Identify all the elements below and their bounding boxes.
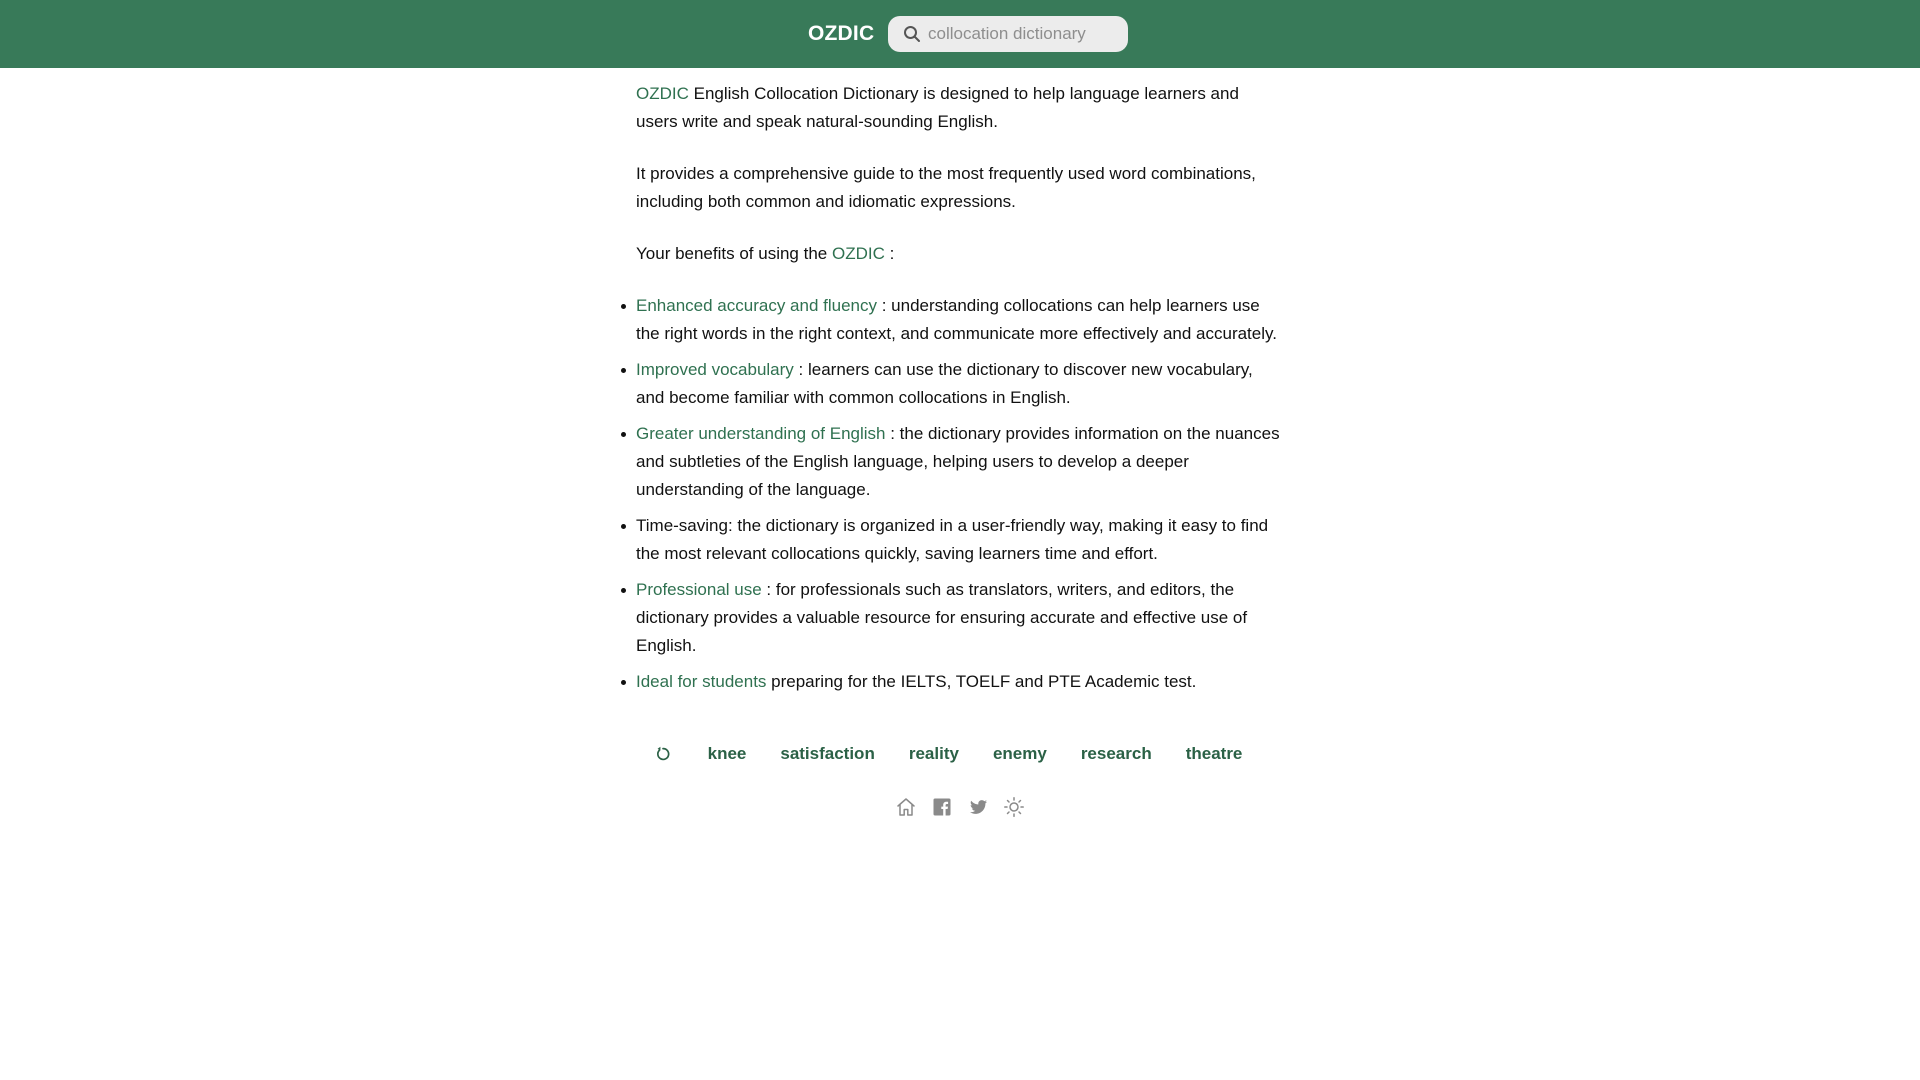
recent-word-link[interactable]: satisfaction [780,744,874,764]
main-content: OZDIC English Collocation Dictionary is … [621,80,1284,704]
intro-text-3: Your benefits of using the [636,244,832,263]
facebook-icon[interactable] [931,796,953,818]
benefit-link[interactable]: Enhanced accuracy and fluency [636,296,877,315]
sun-icon[interactable] [1003,796,1025,818]
intro-paragraph-2: It provides a comprehensive guide to the… [636,164,1256,211]
benefits-list: Enhanced accuracy and fluency : understa… [621,292,1284,696]
benefit-text: Time-saving: the dictionary is organized… [636,516,1269,563]
benefit-link[interactable]: Professional use [636,580,762,599]
benefit-item: Enhanced accuracy and fluency : understa… [621,292,1284,348]
recent-word-link[interactable]: knee [708,744,747,764]
footer-icons [0,796,1920,818]
benefit-item: Improved vocabulary : learners can use t… [621,356,1284,412]
recent-word-link[interactable]: reality [909,744,959,764]
benefit-item: Professional use : for professionals suc… [621,576,1284,660]
search-icon [904,26,920,42]
search-box[interactable] [888,16,1128,52]
intro-paragraph-1: OZDIC English Collocation Dictionary is … [636,80,1284,136]
ozdic-link[interactable]: OZDIC [832,244,885,263]
ozdic-link[interactable]: OZDIC [636,84,689,103]
top-navbar: OZDIC [0,0,1920,68]
benefit-item: Greater understanding of English : the d… [621,420,1284,504]
site-logo[interactable]: OZDIC [808,20,874,48]
benefit-link[interactable]: Improved vocabulary [636,360,794,379]
benefit-link[interactable]: Greater understanding of English [636,424,886,443]
history-icon[interactable] [655,746,671,762]
recent-word-link[interactable]: theatre [1186,744,1243,764]
recent-searches: knee satisfaction reality enemy research… [0,740,1920,768]
search-input[interactable] [928,16,1118,52]
benefit-item: Ideal for students preparing for the IEL… [621,668,1284,696]
benefit-link[interactable]: Ideal for students [636,672,766,691]
intro-text-1: English Collocation Dictionary is design… [636,84,1239,131]
recent-word-link[interactable]: enemy [993,744,1047,764]
recent-word-link[interactable]: research [1081,744,1152,764]
intro-paragraph-3: Your benefits of using the OZDIC : [636,240,1284,268]
intro-text-3-tail: : [884,244,895,263]
benefit-text: preparing for the IELTS, TOELF and PTE A… [766,672,1197,691]
home-icon[interactable] [895,796,917,818]
benefit-item: Time-saving: the dictionary is organized… [621,512,1284,568]
twitter-icon[interactable] [967,796,989,818]
